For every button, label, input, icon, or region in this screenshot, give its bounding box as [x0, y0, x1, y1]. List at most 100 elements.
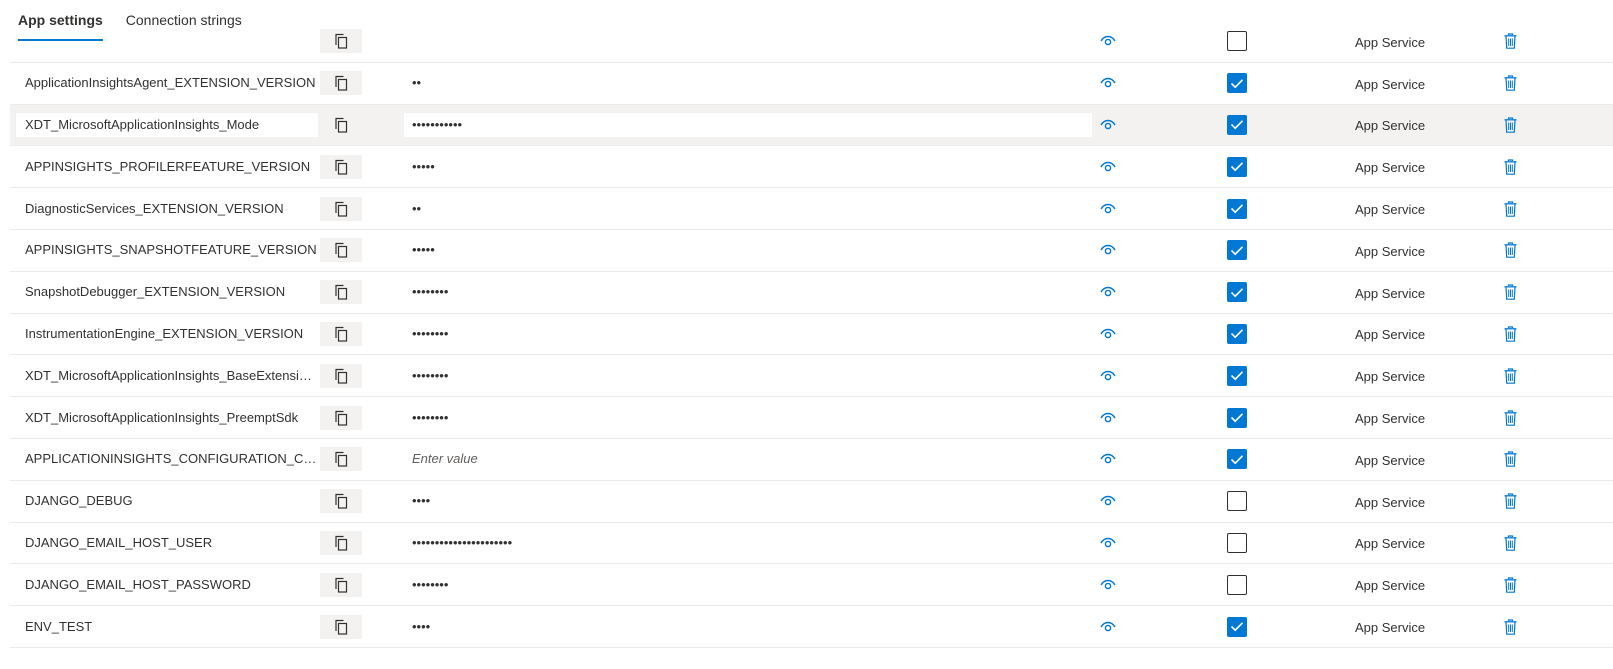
setting-value[interactable]: ••••	[404, 489, 1092, 513]
deployment-slot-checkbox[interactable]	[1227, 114, 1247, 135]
setting-value[interactable]: ••••••••	[404, 573, 1092, 597]
setting-name[interactable]: APPINSIGHTS_SNAPSHOTFEATURE_VERSION	[16, 238, 318, 262]
show-value-button[interactable]	[1098, 481, 1118, 522]
deployment-slot-checkbox[interactable]	[1227, 73, 1247, 94]
table-row[interactable]: DJANGO_EMAIL_HOST_USER ••••••••••••••••••…	[10, 523, 1613, 565]
setting-name[interactable]: ApplicationInsightsAgent_EXTENSION_VERSI…	[16, 71, 318, 95]
deployment-slot-checkbox[interactable]	[1227, 282, 1247, 303]
delete-button[interactable]	[1500, 146, 1520, 187]
setting-value[interactable]: ••••••••••••••••••••••	[404, 531, 1092, 555]
show-value-button[interactable]	[1098, 523, 1118, 564]
setting-name[interactable]: DJANGO_DEBUG	[16, 489, 318, 513]
deployment-slot-checkbox[interactable]	[1227, 240, 1247, 261]
delete-button[interactable]	[1500, 314, 1520, 355]
delete-button[interactable]	[1500, 63, 1520, 104]
show-value-button[interactable]	[1098, 105, 1118, 146]
setting-name[interactable]: ENV_TEST	[16, 615, 318, 639]
deployment-slot-checkbox[interactable]	[1227, 407, 1247, 428]
setting-value[interactable]: ••••••••	[404, 322, 1092, 346]
setting-name[interactable]: XDT_MicrosoftApplicationInsights_BaseExt…	[16, 364, 318, 388]
delete-button[interactable]	[1500, 188, 1520, 229]
table-row[interactable]: SnapshotDebugger_EXTENSION_VERSION ••••••…	[10, 272, 1613, 314]
deployment-slot-checkbox[interactable]	[1227, 31, 1247, 52]
setting-name[interactable]: DJANGO_EMAIL_HOST_PASSWORD	[16, 573, 318, 597]
copy-button[interactable]	[320, 572, 362, 597]
deployment-slot-checkbox[interactable]	[1227, 198, 1247, 219]
copy-button[interactable]	[320, 238, 362, 263]
copy-button[interactable]	[320, 112, 362, 137]
setting-value[interactable]	[404, 29, 1092, 53]
copy-button[interactable]	[320, 71, 362, 96]
setting-value[interactable]: •••••••••••	[404, 112, 1092, 137]
setting-value[interactable]: ••••••••	[404, 406, 1092, 430]
show-value-button[interactable]	[1098, 230, 1118, 271]
deployment-slot-checkbox[interactable]	[1227, 491, 1247, 512]
table-row[interactable]: XDT_MicrosoftApplicationInsights_Preempt…	[10, 397, 1613, 439]
table-row[interactable]: App Service	[10, 21, 1613, 63]
delete-button[interactable]	[1500, 21, 1520, 62]
table-row[interactable]: InstrumentationEngine_EXTENSION_VERSION •…	[10, 314, 1613, 356]
copy-button[interactable]	[320, 154, 362, 179]
setting-name[interactable]: InstrumentationEngine_EXTENSION_VERSION	[16, 322, 318, 346]
table-row[interactable]: DiagnosticServices_EXTENSION_VERSION •• Ap…	[10, 188, 1613, 230]
show-value-button[interactable]	[1098, 439, 1118, 480]
copy-button[interactable]	[320, 321, 362, 346]
show-value-button[interactable]	[1098, 63, 1118, 104]
table-row[interactable]: DJANGO_DEBUG •••• App Service	[10, 481, 1613, 523]
table-row[interactable]: APPINSIGHTS_PROFILERFEATURE_VERSION •••••…	[10, 146, 1613, 189]
show-value-button[interactable]	[1098, 564, 1118, 605]
deployment-slot-checkbox[interactable]	[1227, 156, 1247, 177]
show-value-button[interactable]	[1098, 146, 1118, 187]
delete-button[interactable]	[1500, 481, 1520, 522]
setting-name[interactable]: XDT_MicrosoftApplicationInsights_Preempt…	[16, 406, 318, 430]
show-value-button[interactable]	[1098, 188, 1118, 229]
delete-button[interactable]	[1500, 439, 1520, 480]
deployment-slot-checkbox[interactable]	[1227, 616, 1247, 637]
setting-value[interactable]: ••	[404, 197, 1092, 221]
setting-name[interactable]: DJANGO_EMAIL_HOST_USER	[16, 531, 318, 555]
show-value-button[interactable]	[1098, 397, 1118, 438]
setting-value[interactable]: ••••••••	[404, 364, 1092, 388]
table-row[interactable]: ENV_TEST •••• App Service	[10, 606, 1613, 648]
copy-button[interactable]	[320, 447, 362, 472]
setting-name[interactable]: SnapshotDebugger_EXTENSION_VERSION	[16, 280, 318, 304]
table-row[interactable]: DJANGO_EMAIL_HOST_PASSWORD •••••••• App Se…	[10, 564, 1613, 607]
copy-button[interactable]	[320, 614, 362, 639]
delete-button[interactable]	[1500, 230, 1520, 271]
setting-name[interactable]	[16, 29, 318, 53]
delete-button[interactable]	[1500, 397, 1520, 438]
deployment-slot-checkbox[interactable]	[1227, 449, 1247, 470]
show-value-button[interactable]	[1098, 355, 1118, 396]
table-row[interactable]: XDT_MicrosoftApplicationInsights_BaseExt…	[10, 355, 1613, 398]
table-row[interactable]: XDT_MicrosoftApplicationInsights_Mode •••…	[10, 104, 1613, 147]
copy-button[interactable]	[320, 530, 362, 555]
show-value-button[interactable]	[1098, 21, 1118, 62]
copy-button[interactable]	[320, 29, 362, 54]
table-row[interactable]: APPINSIGHTS_SNAPSHOTFEATURE_VERSION •••••…	[10, 230, 1613, 272]
setting-name[interactable]: DiagnosticServices_EXTENSION_VERSION	[16, 197, 318, 221]
copy-button[interactable]	[320, 405, 362, 430]
show-value-button[interactable]	[1098, 314, 1118, 355]
setting-value[interactable]: •••••	[404, 238, 1092, 262]
deployment-slot-checkbox[interactable]	[1227, 574, 1247, 595]
setting-value[interactable]: ••	[404, 71, 1092, 95]
delete-button[interactable]	[1500, 355, 1520, 396]
setting-value[interactable]: •••••	[404, 155, 1092, 179]
delete-button[interactable]	[1500, 564, 1520, 605]
table-row[interactable]: APPLICATIONINSIGHTS_CONFIGURATION_CONT… E…	[10, 439, 1613, 481]
copy-button[interactable]	[320, 489, 362, 514]
setting-value[interactable]: Enter value	[404, 447, 1092, 471]
deployment-slot-checkbox[interactable]	[1227, 365, 1247, 386]
show-value-button[interactable]	[1098, 272, 1118, 313]
setting-name[interactable]: APPINSIGHTS_PROFILERFEATURE_VERSION	[16, 155, 318, 179]
delete-button[interactable]	[1500, 523, 1520, 564]
delete-button[interactable]	[1500, 105, 1520, 146]
setting-name[interactable]: XDT_MicrosoftApplicationInsights_Mode	[16, 112, 318, 137]
deployment-slot-checkbox[interactable]	[1227, 323, 1247, 344]
delete-button[interactable]	[1500, 272, 1520, 313]
delete-button[interactable]	[1500, 606, 1520, 647]
copy-button[interactable]	[320, 196, 362, 221]
copy-button[interactable]	[320, 280, 362, 305]
setting-value[interactable]: ••••••••	[404, 280, 1092, 304]
copy-button[interactable]	[320, 363, 362, 388]
